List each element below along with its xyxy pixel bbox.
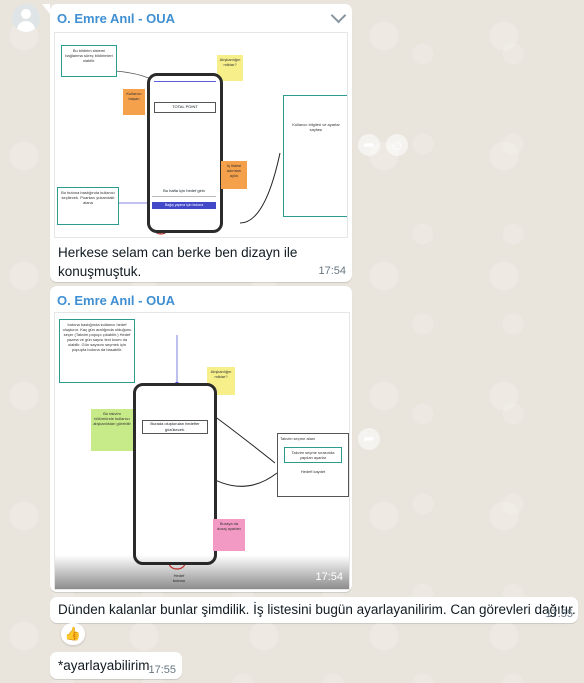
message-text-4: *ayarlayabilirim: [58, 658, 150, 673]
chevron-down-icon[interactable]: [330, 7, 347, 24]
message-time-1: 17:54: [318, 265, 346, 277]
home-label: home: [155, 230, 166, 235]
message-caption-1: Herkese selam can berke ben dizayn ile k…: [58, 243, 297, 281]
goal-input: Bu hafta için hedef girin: [152, 188, 216, 197]
note-top-left-2: butona bastığında kullanıcı hedef oluştu…: [59, 319, 135, 383]
message-image-2[interactable]: butona bastığında kullanıcı hedef oluştu…: [54, 312, 350, 590]
message-text-3: Dünden kalanlar bunlar şimdilik. İş list…: [58, 602, 576, 617]
message-bubble-3[interactable]: Dünden kalanlar bunlar şimdilik. İş list…: [50, 597, 578, 623]
sticky-note-green: Bu takvim bölümünde kullanıcı alışkanlık…: [91, 409, 133, 451]
popup-body: Takvim seçme sırasında yapılan ayarlar: [284, 447, 342, 463]
message-time-3: 17:55: [545, 608, 573, 620]
note-bottom-left: Bu butona bastığında kullanıcı seçilecek…: [57, 187, 119, 225]
message-time-2: 17:54: [315, 571, 343, 583]
message-time-4: 17:55: [148, 664, 176, 676]
thumbs-up-reaction[interactable]: 👍: [61, 623, 85, 645]
sticky-note-orange: Kullanıcı başarı: [123, 89, 145, 115]
forward-button-1[interactable]: ➦: [358, 134, 380, 156]
sticky-note-pink: Buraya da dozaj ayarları: [213, 519, 245, 551]
smiley-icon: ☺: [389, 137, 405, 153]
calendar-popup: Takvim seçme alanı Takvim seçme sırasınd…: [277, 433, 349, 497]
goals-box: Burada oluşturulan hedefler gözükecek.: [142, 420, 208, 434]
caption-line-2: konuşmuştuk.: [58, 264, 142, 279]
right-panel: Kullanıcı bilgileri ve ayarlar sayfası: [283, 95, 347, 217]
sender-name[interactable]: O. Emre Anıl - OUA: [57, 11, 175, 26]
caption-line-1: Herkese selam can berke ben dizayn ile: [58, 245, 298, 260]
contact-avatar[interactable]: [12, 4, 40, 32]
popup-footer: Hedefi kaydet: [300, 469, 326, 474]
note-top-left: Bu bildirim sistemi bağlanma süreç bildi…: [61, 45, 117, 77]
emoji-reaction-button[interactable]: ☺: [386, 134, 408, 156]
message-bubble-2[interactable]: O. Emre Anıl - OUA butona bastığında kul…: [50, 286, 352, 592]
message-bubble-4[interactable]: *ayarlayabilirim 17:55: [50, 652, 182, 679]
donate-button: Bağış yapma için butona: [152, 202, 216, 209]
sender-name-2[interactable]: O. Emre Anıl - OUA: [57, 293, 175, 308]
message-bubble-1[interactable]: O. Emre Anıl - OUA Bu bildirim sistemi b…: [42, 4, 352, 282]
right-panel-text: Kullanıcı bilgileri ve ayarlar sayfası: [292, 122, 340, 132]
image-fade: [55, 555, 349, 589]
thumbs-up-icon: 👍: [64, 626, 82, 641]
forward-icon: ➦: [363, 137, 375, 152]
message-image-1[interactable]: Bu bildirim sistemi bağlanma süreç bildi…: [54, 32, 348, 238]
phone-mockup: TOTAL POINT Bu hafta için hedef girin Ba…: [147, 73, 223, 233]
total-point-box: TOTAL POINT: [154, 102, 216, 113]
sticky-note-orange-2: İş listesi adımları aylık: [221, 161, 247, 189]
forward-icon-2: ➦: [363, 431, 375, 446]
forward-button-2[interactable]: ➦: [358, 428, 380, 450]
phone-mockup-2: Burada oluşturulan hedefler gözükecek.: [133, 383, 217, 565]
popup-title: Takvim seçme alanı: [280, 436, 316, 441]
